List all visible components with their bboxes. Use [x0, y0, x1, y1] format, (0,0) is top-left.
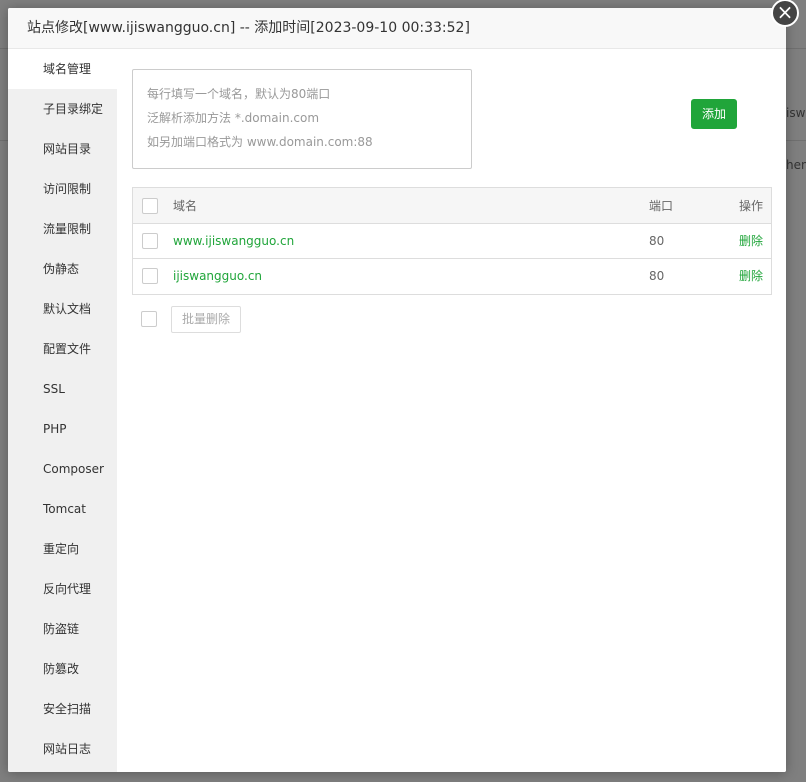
placeholder-line: 每行填写一个域名，默认为80端口 [147, 87, 331, 101]
sidebar-item-subdirectory-binding[interactable]: 子目录绑定 [8, 89, 117, 129]
sidebar-item-config-file[interactable]: 配置文件 [8, 329, 117, 369]
domain-link[interactable]: ijiswangguo.cn [173, 259, 262, 294]
domain-link[interactable]: www.ijiswangguo.cn [173, 224, 294, 259]
table-row: ijiswangguo.cn 80 删除 [133, 259, 771, 294]
row-checkbox[interactable] [142, 268, 158, 284]
sidebar-item-security-scan[interactable]: 安全扫描 [8, 689, 117, 729]
sidebar-item-composer[interactable]: Composer [8, 449, 117, 489]
placeholder-line: 如另加端口格式为 www.domain.com:88 [147, 135, 373, 149]
sidebar-item-ssl[interactable]: SSL [8, 369, 117, 409]
column-header-domain: 域名 [173, 199, 198, 213]
port-value: 80 [649, 234, 665, 248]
sidebar-item-default-document[interactable]: 默认文档 [8, 289, 117, 329]
domain-management-panel: 每行填写一个域名，默认为80端口 泛解析添加方法 *.domain.com 如另… [117, 49, 786, 772]
table-header-row: 域名 端口 操作 [133, 188, 771, 224]
sidebar-item-tamper-protection[interactable]: 防篡改 [8, 649, 117, 689]
site-edit-modal: 站点修改[www.ijiswangguo.cn] -- 添加时间[2023-09… [8, 8, 786, 772]
domain-table: 域名 端口 操作 www.ijiswangguo.cn 80 删除 ijiswa… [132, 187, 772, 295]
sidebar-item-rewrite[interactable]: 伪静态 [8, 249, 117, 289]
sidebar-item-php[interactable]: PHP [8, 409, 117, 449]
sidebar-item-site-directory[interactable]: 网站目录 [8, 129, 117, 169]
port-value: 80 [649, 269, 665, 283]
batch-select-checkbox[interactable] [141, 311, 157, 327]
close-icon[interactable]: × [771, 0, 799, 27]
placeholder-line: 泛解析添加方法 *.domain.com [147, 111, 320, 125]
sidebar-item-domain-management[interactable]: 域名管理 [8, 49, 117, 89]
select-all-checkbox[interactable] [142, 198, 158, 214]
sidebar-item-redirect[interactable]: 重定向 [8, 529, 117, 569]
add-domain-button[interactable]: 添加 [691, 99, 737, 129]
batch-delete-button[interactable]: 批量删除 [171, 306, 241, 333]
row-checkbox[interactable] [142, 233, 158, 249]
sidebar-item-traffic-limit[interactable]: 流量限制 [8, 209, 117, 249]
sidebar-nav: 域名管理 子目录绑定 网站目录 访问限制 流量限制 伪静态 默认文档 配置文件 … [8, 49, 117, 772]
sidebar-item-reverse-proxy[interactable]: 反向代理 [8, 569, 117, 609]
background-partial-text: henc [786, 158, 806, 172]
sidebar-item-hotlink-protection[interactable]: 防盗链 [8, 609, 117, 649]
sidebar-item-tomcat[interactable]: Tomcat [8, 489, 117, 529]
column-header-action: 操作 [739, 199, 764, 213]
modal-title: 站点修改[www.ijiswangguo.cn] -- 添加时间[2023-09… [8, 8, 786, 49]
sidebar-item-site-log[interactable]: 网站日志 [8, 729, 117, 769]
column-header-port: 端口 [649, 199, 674, 213]
delete-link[interactable]: 删除 [739, 259, 763, 294]
domain-textarea[interactable]: 每行填写一个域名，默认为80端口 泛解析添加方法 *.domain.com 如另… [132, 69, 472, 169]
table-row: www.ijiswangguo.cn 80 删除 [133, 224, 771, 259]
delete-link[interactable]: 删除 [739, 224, 763, 259]
background-partial-text: iswa [786, 106, 806, 120]
sidebar-item-access-limit[interactable]: 访问限制 [8, 169, 117, 209]
